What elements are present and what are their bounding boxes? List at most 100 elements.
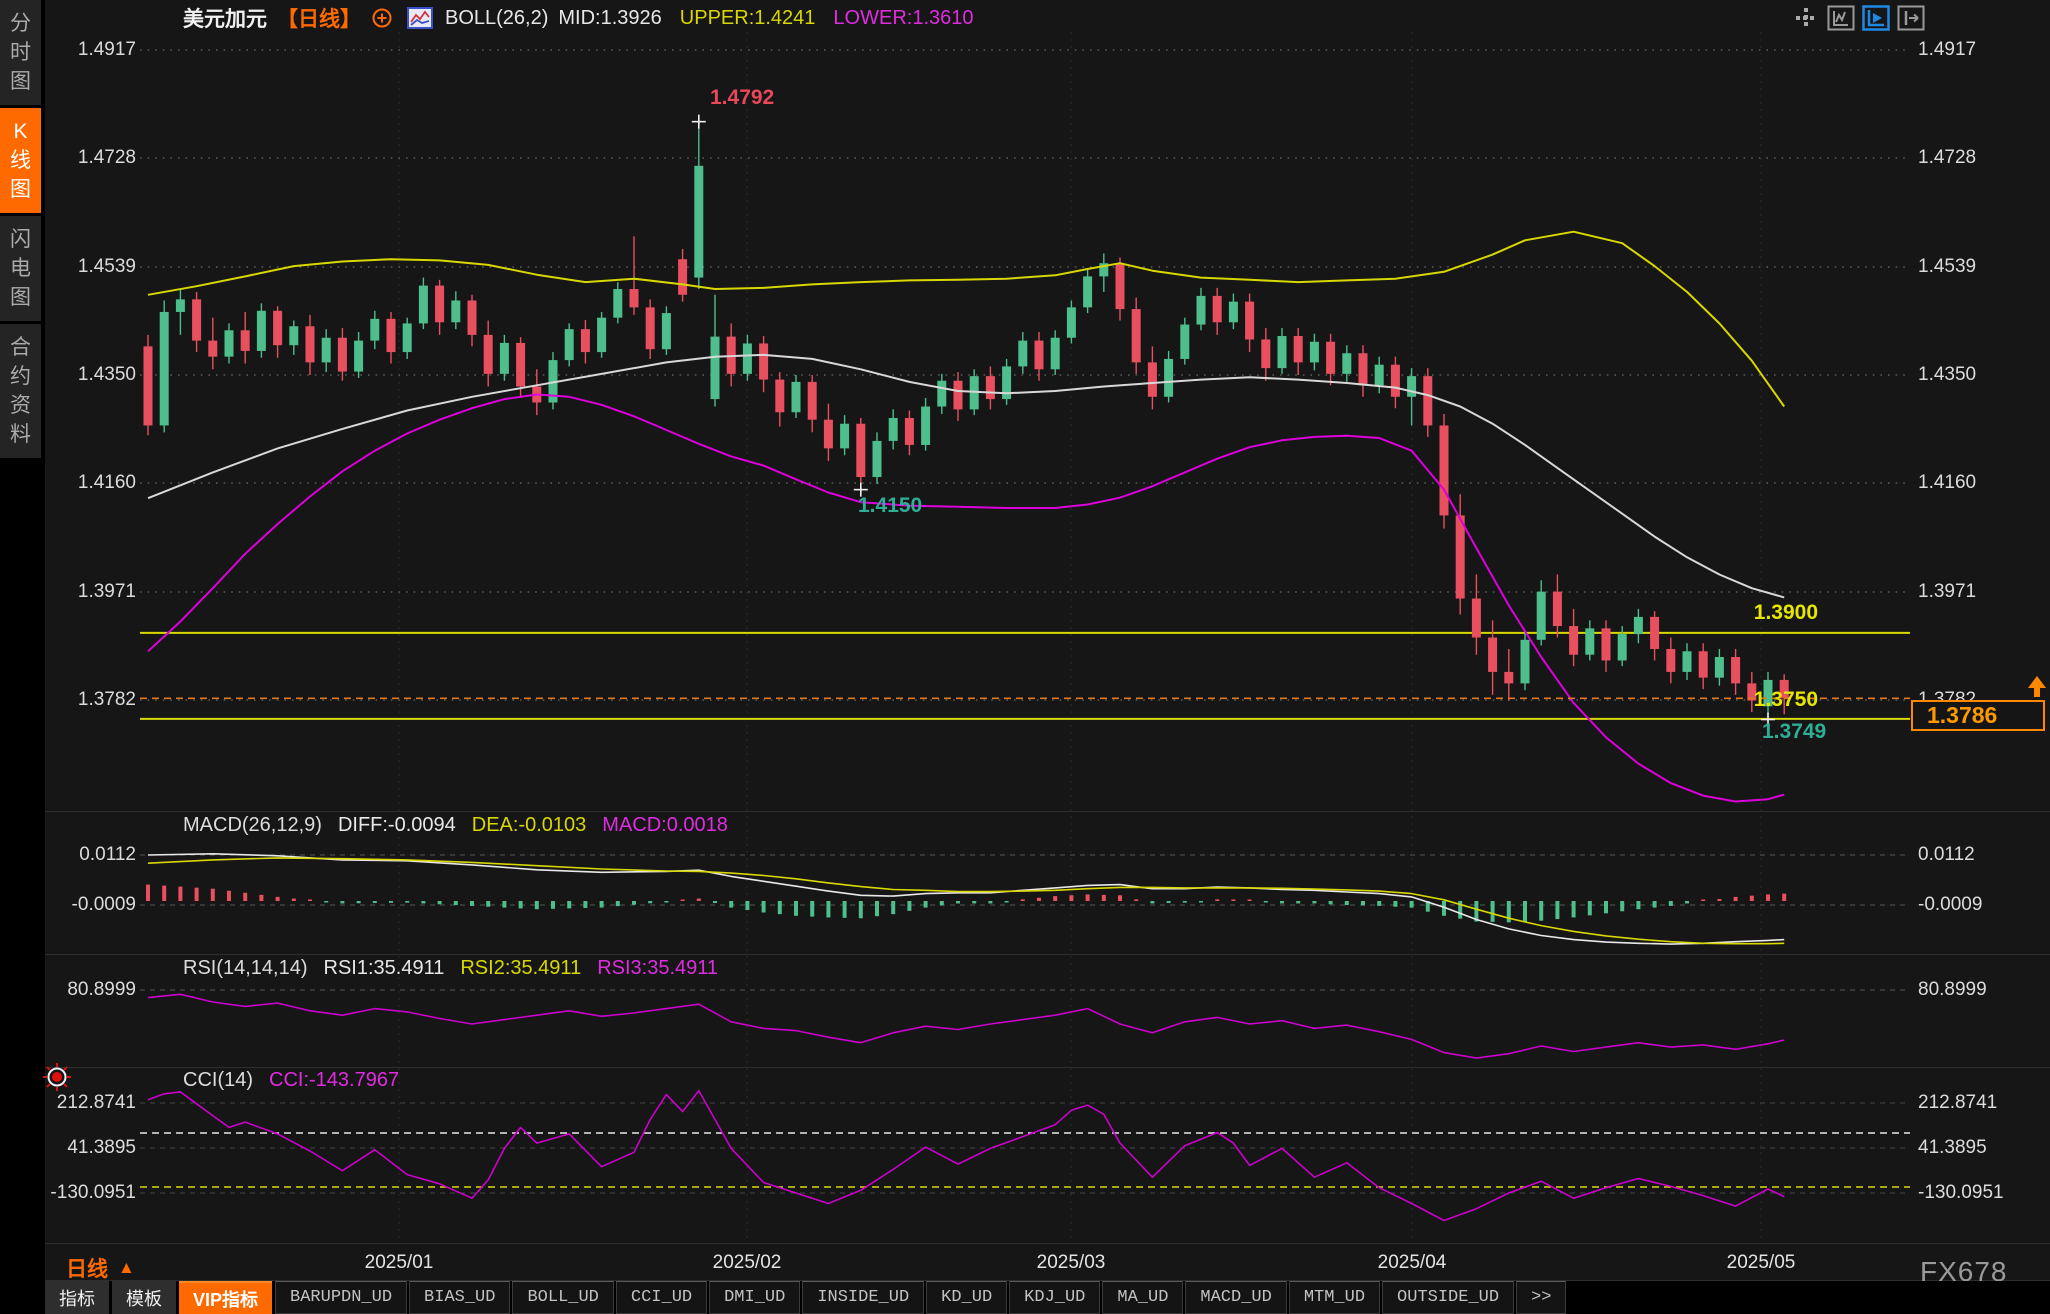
y-axis-label: 1.4350 — [40, 364, 136, 386]
y-axis-label: 1.4160 — [40, 472, 136, 494]
y-axis-label: -130.0951 — [1918, 1182, 2018, 1204]
boll-indicator-label: BOLL(26,2) — [445, 7, 548, 30]
tab-ma-ud[interactable]: MA_UD — [1102, 1281, 1183, 1314]
y-axis-label: -130.0951 — [40, 1182, 136, 1204]
macd-diff-value: DIFF:-0.0094 — [338, 814, 456, 837]
y-axis-label: -0.0009 — [40, 894, 136, 916]
shift-right-icon[interactable] — [1896, 4, 1926, 31]
y-axis-label: 1.4728 — [40, 147, 136, 169]
axis-scale-icon[interactable] — [1826, 4, 1856, 31]
left-sidebar: 分时图K线图闪电图合约资料 — [0, 0, 41, 1314]
symbol-name: 美元加元 — [183, 3, 267, 33]
tab-indicators[interactable]: 指标 — [45, 1281, 109, 1314]
tab-bias-ud[interactable]: BIAS_UD — [409, 1281, 510, 1314]
sidebar-item-char: 合 — [10, 336, 31, 359]
y-axis-label: 0.0112 — [40, 844, 136, 866]
mini-chart-icon[interactable] — [407, 7, 433, 29]
level-2-label: 1.3750 — [1728, 688, 1818, 712]
sidebar-item-char: 图 — [10, 70, 31, 93]
tab-templates[interactable]: 模板 — [112, 1281, 176, 1314]
y-axis-label: -0.0009 — [1918, 894, 2018, 916]
sidebar-item-char: 资 — [10, 394, 31, 417]
y-axis-label: 1.3971 — [40, 581, 136, 603]
rsi-panel-header: RSI(14,14,14) RSI1:35.4911 RSI2:35.4911 … — [183, 957, 718, 980]
y-axis-label: 80.8999 — [1918, 979, 2018, 1001]
sidebar-item-lightning-chart[interactable]: 闪电图 — [0, 216, 41, 321]
y-axis-label: 1.3782 — [40, 689, 136, 711]
price-chart-canvas[interactable] — [0, 0, 2050, 1314]
chart-header: 美元加元 【日线】 BOLL(26,2) MID:1.3926 UPPER:1.… — [183, 5, 974, 31]
cci-panel-header: CCI(14) CCI:-143.7967 — [183, 1069, 399, 1092]
tab-more[interactable]: >> — [1516, 1281, 1566, 1314]
rsi-title: RSI(14,14,14) — [183, 957, 308, 980]
x-axis-label: 2025/02 — [697, 1252, 797, 1274]
sidebar-item-char: 约 — [10, 365, 31, 388]
x-axis-label: 2025/05 — [1711, 1252, 1811, 1274]
add-indicator-icon[interactable] — [371, 7, 393, 29]
feb-low-label: 1.4150 — [858, 494, 922, 518]
tab-macd-ud[interactable]: MACD_UD — [1185, 1281, 1286, 1314]
chart-toolbar — [1791, 4, 1926, 31]
tab-mtm-ud[interactable]: MTM_UD — [1289, 1281, 1380, 1314]
boll-lower-value: LOWER:1.3610 — [833, 7, 973, 30]
live-indicator-icon — [40, 1060, 80, 1100]
cci-title: CCI(14) — [183, 1069, 253, 1092]
tab-barupdn-ud[interactable]: BARUPDN_UD — [275, 1281, 407, 1314]
high-price-label: 1.4792 — [710, 86, 774, 110]
y-axis-label: 1.4728 — [1918, 147, 2018, 169]
boll-mid-value: MID:1.3926 — [558, 7, 661, 30]
sidebar-item-char: 料 — [10, 423, 31, 446]
sidebar-item-char: 图 — [10, 178, 31, 201]
y-axis-label: 212.8741 — [1918, 1092, 2018, 1114]
x-axis-label: 2025/01 — [349, 1252, 449, 1274]
crosshair-move-icon[interactable] — [1791, 4, 1821, 31]
sidebar-item-char: 图 — [10, 286, 31, 309]
sidebar-item-kline-chart[interactable]: K线图 — [0, 108, 41, 213]
rsi1-value: RSI1:35.4911 — [324, 957, 445, 980]
current-price-value: 1.3786 — [1927, 702, 1997, 729]
macd-panel-header: MACD(26,12,9) DIFF:-0.0094 DEA:-0.0103 M… — [183, 814, 728, 837]
sidebar-item-char: K — [13, 120, 27, 143]
cci-value: CCI:-143.7967 — [269, 1069, 399, 1092]
footer-period-label: 日线 — [66, 1253, 108, 1283]
sidebar-item-char: 线 — [10, 149, 31, 172]
y-axis-label: 1.4350 — [1918, 364, 2018, 386]
macd-dea-value: DEA:-0.0103 — [472, 814, 587, 837]
tab-cci-ud[interactable]: CCI_UD — [616, 1281, 707, 1314]
y-axis-label: 41.3895 — [40, 1137, 136, 1159]
bottom-tab-bar: 指标模板VIP指标BARUPDN_UDBIAS_UDBOLL_UDCCI_UDD… — [45, 1281, 2050, 1314]
tab-outside-ud[interactable]: OUTSIDE_UD — [1382, 1281, 1514, 1314]
y-axis-label: 0.0112 — [1918, 844, 2018, 866]
y-axis-label: 41.3895 — [1918, 1137, 2018, 1159]
y-axis-label: 1.4539 — [1918, 256, 2018, 278]
period-up-arrow-icon: ▲ — [118, 1258, 135, 1278]
y-axis-label: 1.4160 — [1918, 472, 2018, 494]
footer-period-selector[interactable]: 日线 ▲ — [66, 1253, 135, 1283]
tab-kd-ud[interactable]: KD_UD — [926, 1281, 1007, 1314]
current-price-box: 1.3786 — [1911, 700, 2045, 731]
y-axis-label: 1.4917 — [1918, 39, 2018, 61]
trading-app: { "sidebar": { "items": [ {"label": "分时图… — [0, 0, 2050, 1314]
sidebar-item-char: 电 — [10, 257, 31, 280]
sidebar-item-char: 闪 — [10, 228, 31, 251]
y-axis-label: 1.4917 — [40, 39, 136, 61]
tab-boll-ud[interactable]: BOLL_UD — [512, 1281, 613, 1314]
y-axis-label: 1.4539 — [40, 256, 136, 278]
rsi3-value: RSI3:35.4911 — [597, 957, 718, 980]
sidebar-item-contract-info[interactable]: 合约资料 — [0, 324, 41, 458]
tab-inside-ud[interactable]: INSIDE_UD — [802, 1281, 924, 1314]
axis-play-icon[interactable] — [1861, 4, 1891, 31]
boll-upper-value: UPPER:1.4241 — [680, 7, 816, 30]
x-axis-label: 2025/04 — [1362, 1252, 1462, 1274]
sidebar-item-time-chart[interactable]: 分时图 — [0, 0, 41, 105]
tab-kdj-ud[interactable]: KDJ_UD — [1009, 1281, 1100, 1314]
rsi2-value: RSI2:35.4911 — [460, 957, 581, 980]
tab-vip-indicators[interactable]: VIP指标 — [179, 1281, 272, 1314]
tab-dmi-ud[interactable]: DMI_UD — [709, 1281, 800, 1314]
sidebar-item-char: 时 — [10, 41, 31, 64]
macd-title: MACD(26,12,9) — [183, 814, 322, 837]
y-axis-label: 80.8999 — [40, 979, 136, 1001]
period-label[interactable]: 【日线】 — [277, 3, 361, 33]
level-1-label: 1.3900 — [1728, 601, 1818, 625]
macd-bar-value: MACD:0.0018 — [602, 814, 728, 837]
